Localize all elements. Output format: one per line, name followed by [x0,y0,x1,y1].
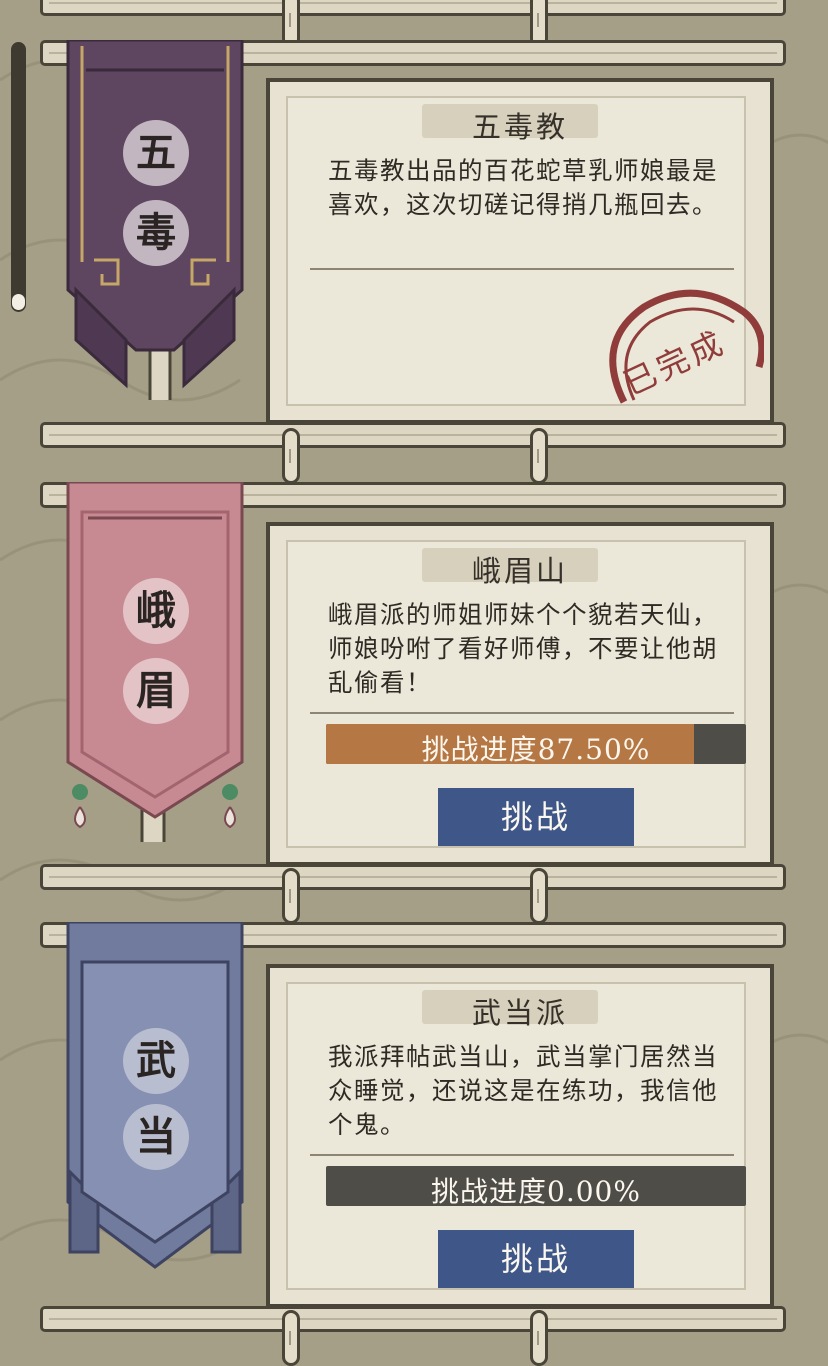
sect-card-wudang: 武当派 我派拜帖武当山，武当掌门居然当众睡觉，还说这是在练功，我信他个鬼。 挑战… [266,964,774,1308]
sect-banner-wudang: 武 当 [66,922,244,1282]
sect-title: 武当派 [471,996,568,1030]
sect-card-wudu: 五毒教 五毒教出品的百花蛇草乳师娘最是喜欢，这次切磋记得捎几瓶回去。 已完成 [266,78,774,424]
challenge-button[interactable]: 挑战 [438,788,634,846]
banner-glyph: 当 [123,1104,189,1170]
scroll-thumb[interactable] [12,294,25,310]
banner-glyph: 武 [123,1028,189,1094]
rope-loop-icon [530,428,548,484]
hanging-rod [40,422,786,448]
divider [310,268,734,270]
rope-loop-icon [282,1310,300,1366]
sect-banner-emei: 峨 眉 [66,482,244,862]
hanging-rod [40,864,786,890]
banner-glyph: 眉 [123,658,189,724]
scrollbar[interactable] [11,42,26,312]
rope-loop-icon [530,1310,548,1366]
banner-glyph: 峨 [123,578,189,644]
sect-card-emei: 峨眉山 峨眉派的师姐师妹个个貌若天仙，师娘吩咐了看好师傅，不要让他胡乱偷看！ 挑… [266,522,774,866]
divider [310,712,734,714]
banner-cloth-icon [66,922,244,1269]
rope-loop-icon [282,868,300,924]
sect-description: 五毒教出品的百花蛇草乳师娘最是喜欢，这次切磋记得捎几瓶回去。 [328,156,718,219]
sect-description: 我派拜帖武当山，武当掌门居然当众睡觉，还说这是在练功，我信他个鬼。 [328,1042,718,1139]
hanging-rod [40,1306,786,1332]
banner-glyph: 毒 [123,200,189,266]
sect-title: 五毒教 [471,110,568,144]
sect-title: 峨眉山 [471,554,568,588]
sect-description: 峨眉派的师姐师妹个个貌若天仙，师娘吩咐了看好师傅，不要让他胡乱偷看！ [328,600,718,697]
progress-label: 挑战进度87.50% [421,733,651,764]
rope-loop-icon [530,868,548,924]
challenge-button[interactable]: 挑战 [438,1230,634,1288]
completed-stamp: 已完成 [584,282,766,412]
challenge-progress-bar: 挑战进度87.50% [326,724,746,764]
banner-glyph: 五 [123,120,189,186]
progress-label: 挑战进度0.00% [431,1175,641,1206]
challenge-progress-bar: 挑战进度0.00% [326,1166,746,1206]
rope-loop-icon [282,428,300,484]
divider [310,1154,734,1156]
sect-banner-wudu: 五 毒 [66,40,244,400]
hanging-rod [40,0,786,16]
